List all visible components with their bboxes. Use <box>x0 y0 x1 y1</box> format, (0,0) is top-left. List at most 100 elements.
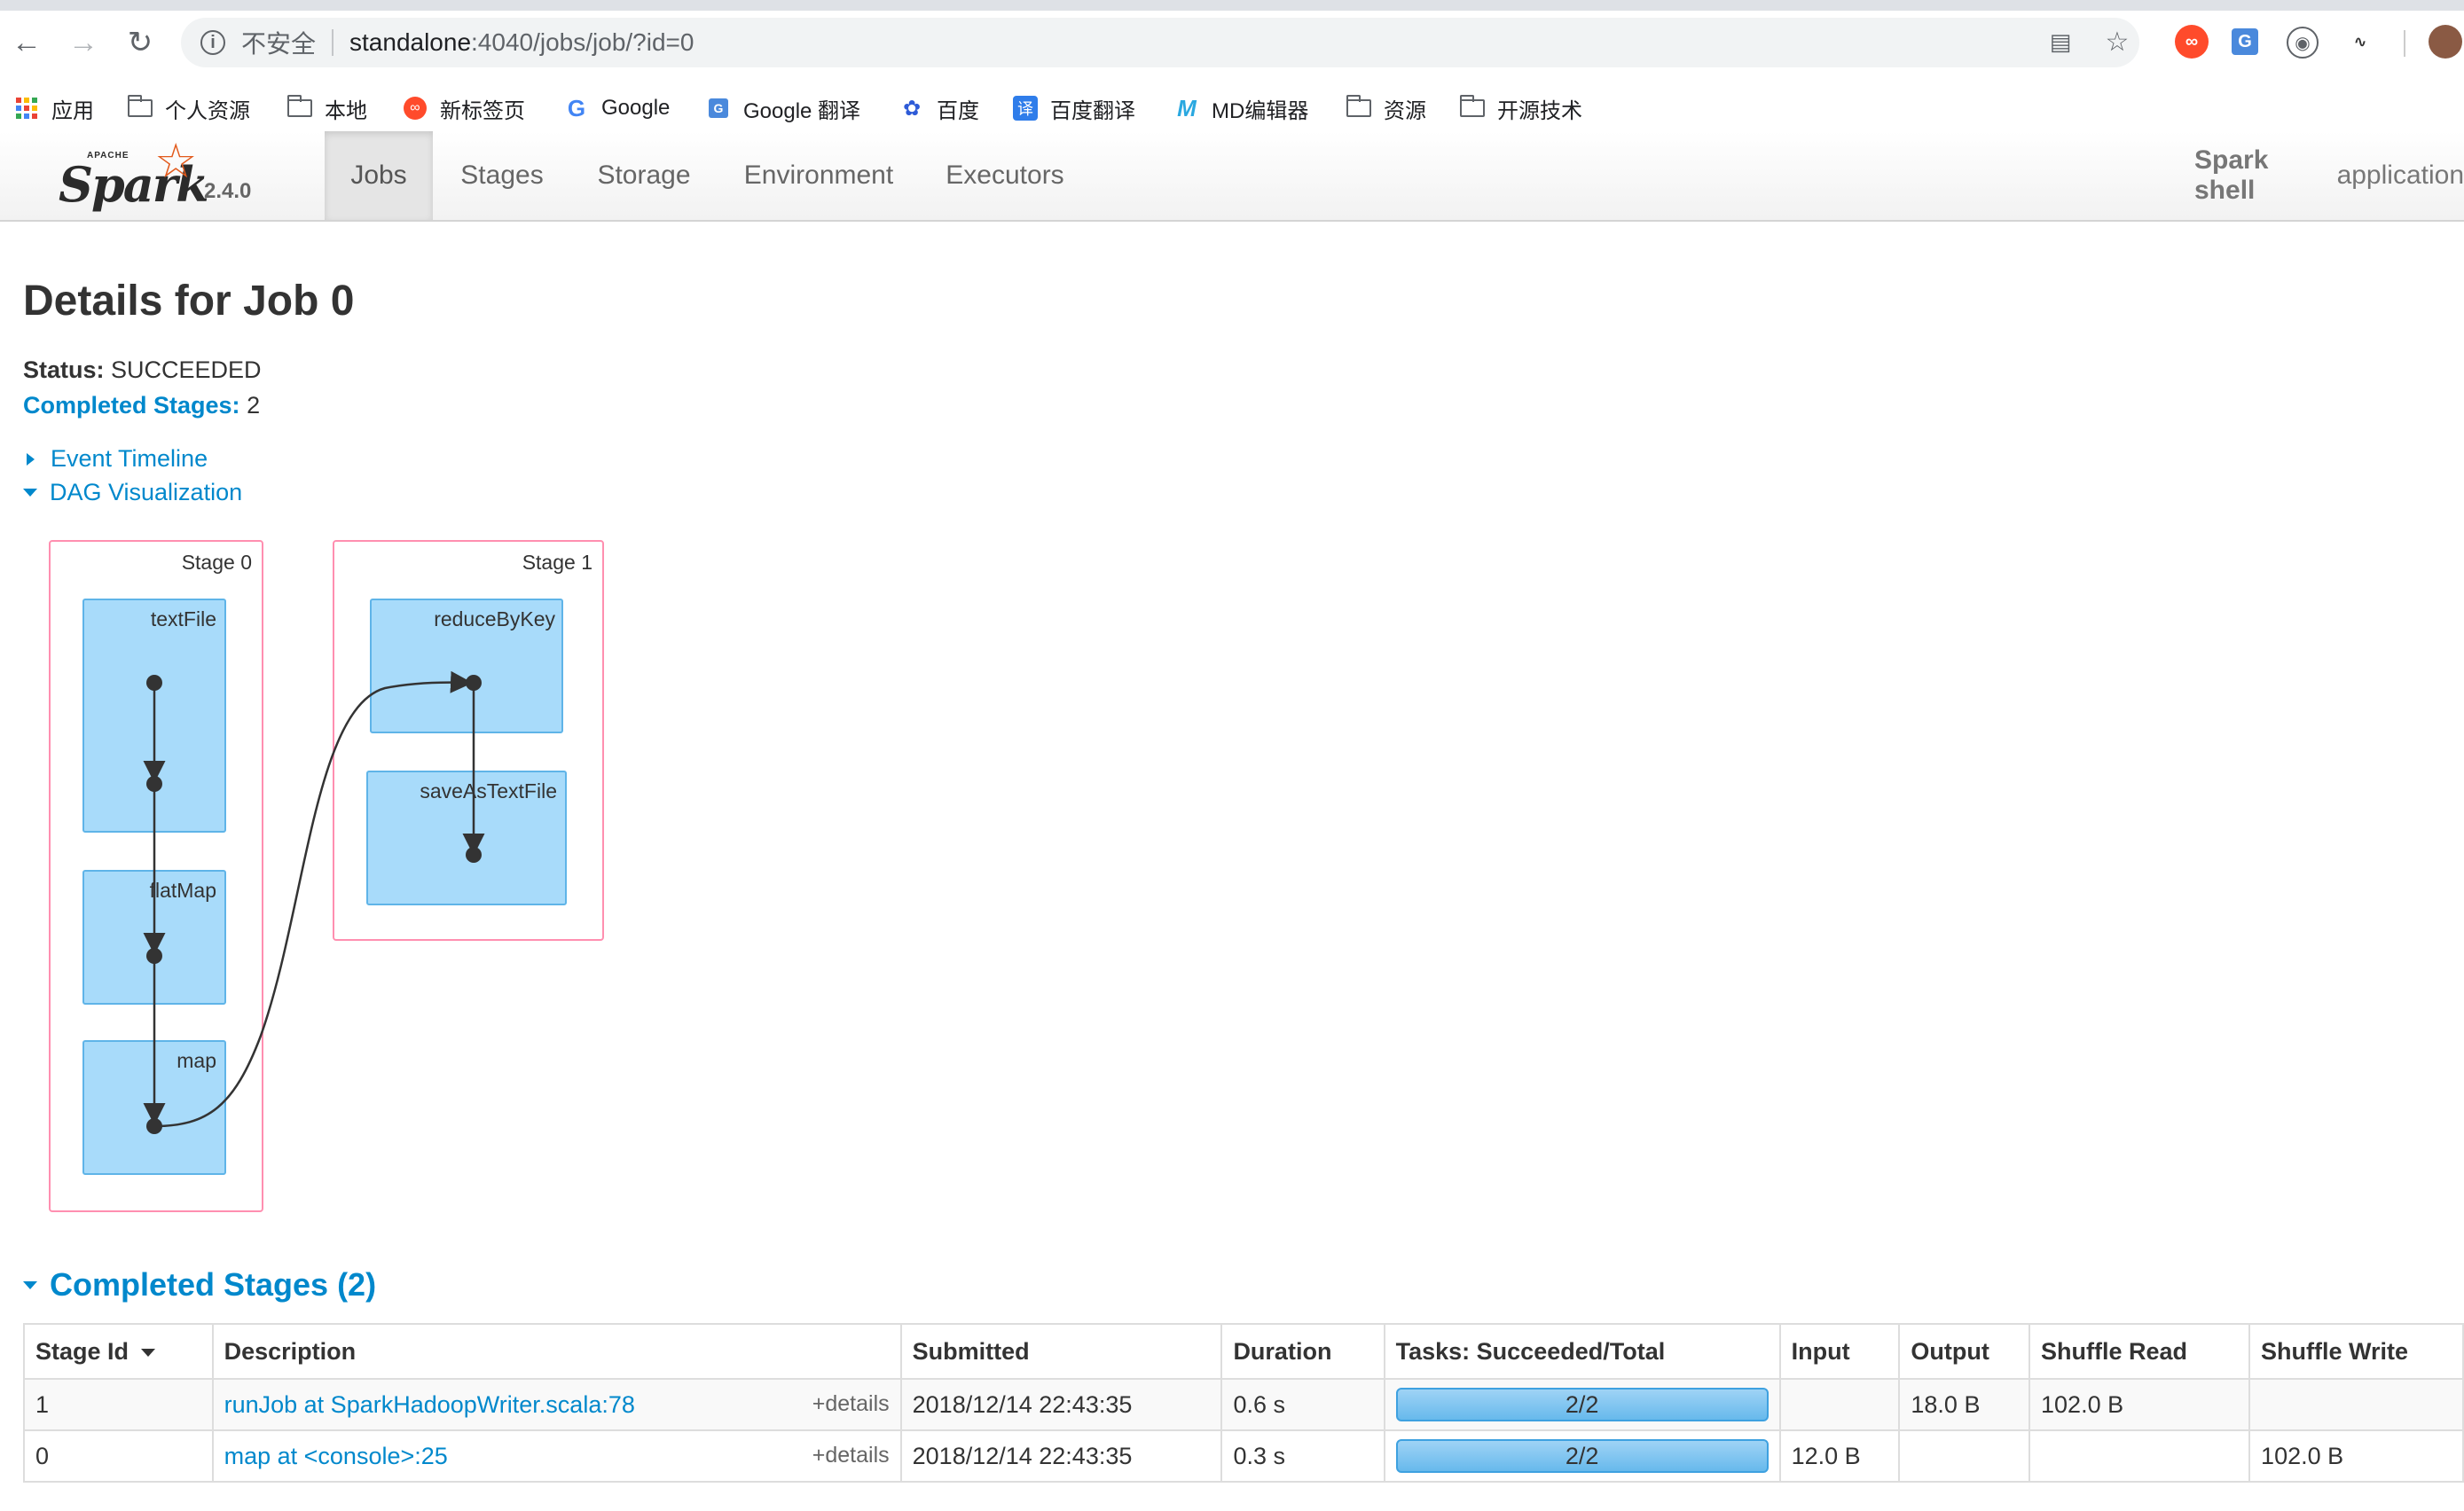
dag-node[interactable] <box>466 675 482 691</box>
folder-icon <box>287 95 312 119</box>
completed-stages-link[interactable]: Completed Stages: <box>23 392 240 419</box>
spark-logo[interactable]: APACHE Spark ☆ <box>55 135 209 216</box>
bookmark-google[interactable]: G Google <box>564 85 671 131</box>
column-header[interactable]: Shuffle Write <box>2248 1323 2464 1380</box>
table-header-row: Stage Id Description Submitted Duration … <box>23 1323 2464 1380</box>
folder-icon <box>1346 95 1371 119</box>
tab-stages[interactable]: Stages <box>433 131 571 220</box>
baidu-paw-icon: ✿ <box>902 96 922 121</box>
event-timeline-label: Event Timeline <box>51 445 208 472</box>
toolbar-divider <box>2404 30 2405 57</box>
details-toggle[interactable]: +details <box>812 1391 890 1417</box>
bookmark-md-editor[interactable]: M MD编辑器 <box>1174 85 1308 131</box>
rdd-reducebykey-label: reduceByKey <box>434 607 555 630</box>
google-translate-extension-icon[interactable]: G <box>2232 28 2258 55</box>
back-icon[interactable]: ← <box>9 25 44 60</box>
bookmark-label: 百度 <box>937 98 979 123</box>
rdd-saveastextfile-label: saveAsTextFile <box>420 779 557 802</box>
stage-tasks: 2/2 <box>1383 1378 1781 1431</box>
details-toggle[interactable]: +details <box>812 1443 890 1468</box>
google-translate-icon: G <box>706 98 731 119</box>
app-name-rest: application <box>2336 160 2464 190</box>
dag-node[interactable] <box>146 675 162 691</box>
sort-desc-icon[interactable] <box>141 1348 156 1357</box>
spark-star-icon: ☆ <box>154 135 198 188</box>
bookmark-local[interactable]: 本地 <box>287 85 367 131</box>
en-extension-icon[interactable]: ∿ <box>2343 25 2377 59</box>
bookmark-label: Google 翻译 <box>743 98 861 123</box>
address-bar[interactable]: i 不安全 standalone:4040/jobs/job/?id=0 <box>181 18 2139 67</box>
stage-output: 18.0 B <box>1898 1378 2031 1431</box>
bookmark-google-translate[interactable]: G Google 翻译 <box>706 85 860 131</box>
rdd-map-label: map <box>177 1049 216 1072</box>
spark-version: 2.4.0 <box>204 179 252 203</box>
stage-1-label: Stage 1 <box>522 551 592 574</box>
tasks-progress-bar: 2/2 <box>1395 1439 1769 1473</box>
expanded-arrow-icon <box>23 489 37 497</box>
tab-strip <box>0 0 2464 11</box>
bookmark-label: MD编辑器 <box>1212 98 1309 123</box>
column-header[interactable]: Shuffle Read <box>2028 1323 2251 1380</box>
tab-storage[interactable]: Storage <box>571 131 717 220</box>
status-value: SUCCEEDED <box>111 356 262 383</box>
bookmark-baidu[interactable]: ✿ 百度 <box>899 85 979 131</box>
column-header[interactable]: Input <box>1778 1323 1901 1380</box>
stage-description: map at <console>:25 +details <box>211 1429 902 1483</box>
tab-jobs[interactable]: Jobs <box>325 131 433 220</box>
dag-node[interactable] <box>146 948 162 964</box>
security-label: 不安全 <box>241 30 317 58</box>
column-header[interactable]: Submitted <box>899 1323 1223 1380</box>
dag-node[interactable] <box>146 776 162 792</box>
bookmark-personal[interactable]: 个人资源 <box>128 85 250 131</box>
stage-description-link[interactable]: runJob at SparkHadoopWriter.scala:78 <box>224 1391 635 1418</box>
column-header[interactable]: Description <box>211 1323 902 1380</box>
bookmark-baidu-translate[interactable]: 译 百度翻译 <box>1013 85 1135 131</box>
stage-submitted: 2018/12/14 22:43:35 <box>899 1378 1223 1431</box>
bookmark-opensource[interactable]: 开源技术 <box>1460 85 1582 131</box>
bookmark-star-icon[interactable]: ☆ <box>2102 27 2132 57</box>
tab-environment[interactable]: Environment <box>717 131 921 220</box>
event-timeline-toggle[interactable]: Event Timeline <box>23 445 208 473</box>
table-row: 0 map at <console>:25 +details 2018/12/1… <box>23 1429 2464 1483</box>
avatar[interactable] <box>2429 25 2462 59</box>
folder-icon <box>128 95 153 119</box>
bookmark-apps[interactable]: 应用 <box>14 85 94 131</box>
translate-page-icon[interactable]: ▤ <box>2045 27 2076 57</box>
tab-executors[interactable]: Executors <box>921 131 1089 220</box>
completed-stages-table: Stage Id Description Submitted Duration … <box>23 1323 2464 1483</box>
bookmark-newtab[interactable]: ∞ 新标签页 <box>403 85 525 131</box>
reload-icon[interactable]: ↻ <box>122 25 158 60</box>
url-host: standalone <box>349 28 472 56</box>
column-header[interactable]: Duration <box>1220 1323 1385 1380</box>
dag-node[interactable] <box>466 847 482 863</box>
infinity-extension-icon[interactable]: ∞ <box>2175 25 2209 59</box>
completed-stages-count: 2 <box>247 392 261 419</box>
folder-icon <box>1460 95 1485 119</box>
bookmark-label: 资源 <box>1384 98 1426 123</box>
dag-visualization-toggle[interactable]: DAG Visualization <box>23 479 242 506</box>
bookmark-label: 新标签页 <box>440 98 525 123</box>
completed-stages-heading[interactable]: Completed Stages (2) <box>23 1266 376 1304</box>
stage-description-link[interactable]: map at <console>:25 <box>224 1443 448 1469</box>
info-icon[interactable]: i <box>200 30 225 55</box>
page-title: Details for Job 0 <box>23 278 355 325</box>
stage-duration: 0.3 s <box>1220 1429 1385 1483</box>
dag-node[interactable] <box>146 1118 162 1134</box>
forward-icon[interactable]: → <box>66 25 101 60</box>
status-line: Status: SUCCEEDED <box>23 356 262 384</box>
dag-visualization-label: DAG Visualization <box>50 479 243 505</box>
stage-shuffle-read <box>2028 1429 2251 1483</box>
url-path: :4040/jobs/job/?id=0 <box>471 28 694 56</box>
column-header[interactable]: Tasks: Succeeded/Total <box>1383 1323 1781 1380</box>
eye-extension-icon[interactable]: ◉ <box>2287 27 2319 59</box>
dag-graph: Stage 0 textFile flatMap map Stage 1 red… <box>49 540 604 1212</box>
apps-grid-icon <box>14 98 39 119</box>
bookmark-resources[interactable]: 资源 <box>1346 85 1426 131</box>
column-header[interactable]: Stage Id <box>23 1323 214 1380</box>
column-header[interactable]: Output <box>1898 1323 2031 1380</box>
stage-input: 12.0 B <box>1778 1429 1901 1483</box>
google-icon: G <box>567 94 586 121</box>
stage-description: runJob at SparkHadoopWriter.scala:78 +de… <box>211 1378 902 1431</box>
stage-shuffle-write <box>2248 1378 2464 1431</box>
stage-shuffle-write: 102.0 B <box>2248 1429 2464 1483</box>
